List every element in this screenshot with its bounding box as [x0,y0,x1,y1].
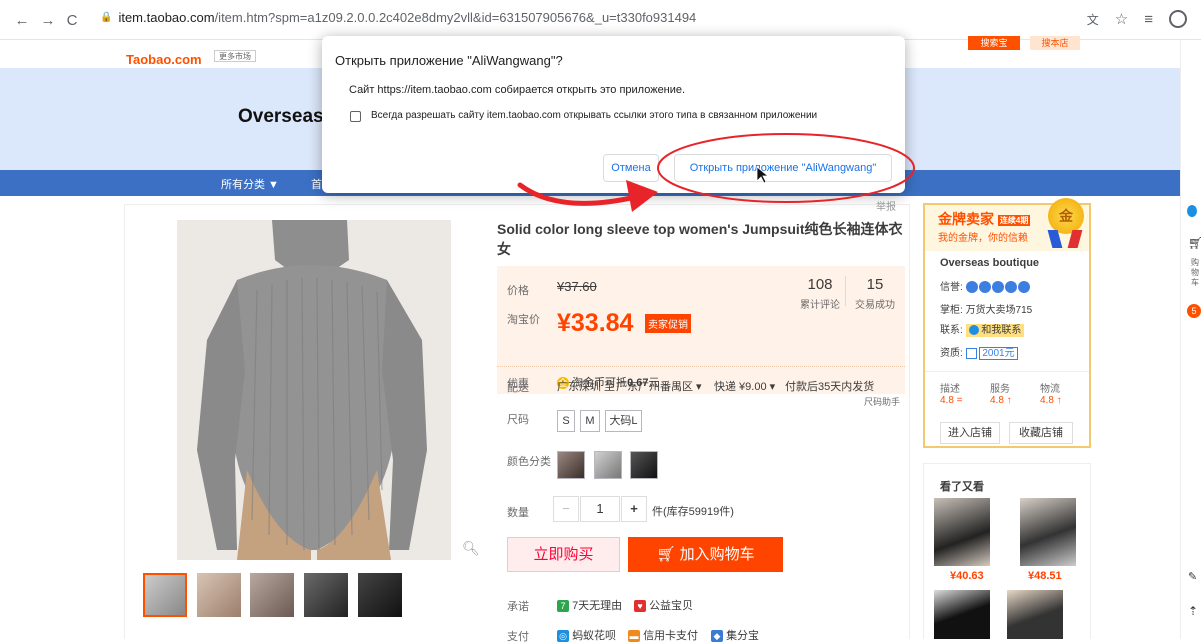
annotation-circle [657,133,915,203]
annotation-arrow [517,182,643,206]
annotation-arrowhead [626,180,658,212]
annotation-overlay [517,133,915,212]
mouse-cursor-icon [756,166,770,184]
